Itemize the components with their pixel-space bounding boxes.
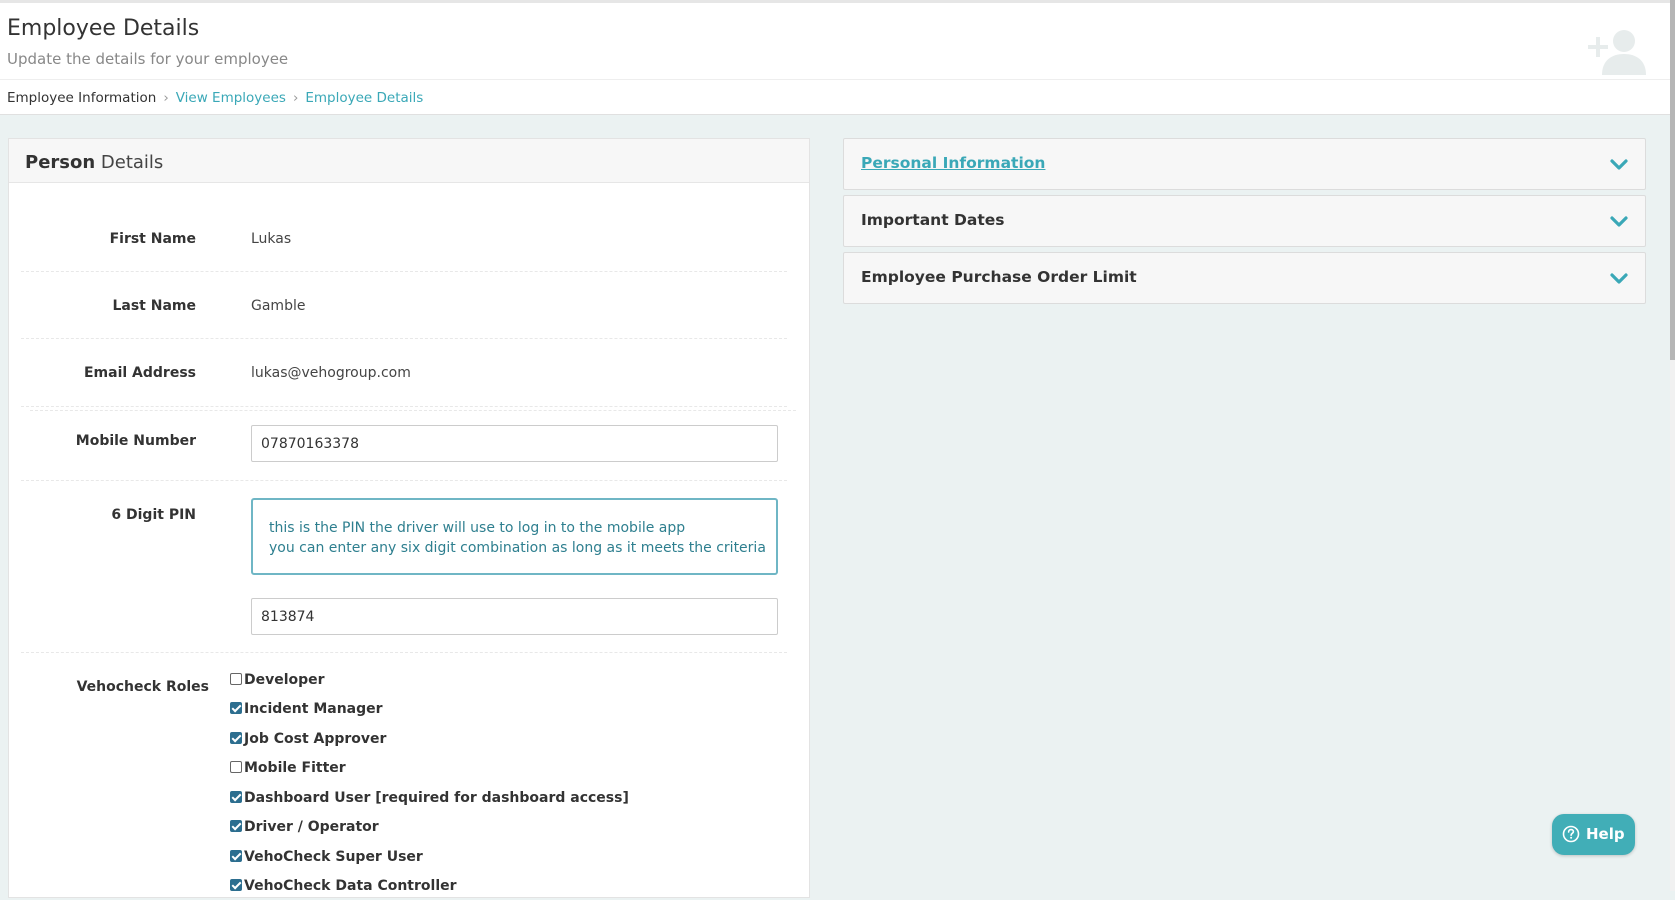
breadcrumb-separator: › — [292, 90, 299, 106]
card-title-strong: Person — [25, 152, 96, 173]
last-name-value: Gamble — [251, 298, 306, 314]
accordion-title[interactable]: Important Dates — [861, 211, 1005, 229]
breadcrumb: Employee Information › View Employees › Empl… — [0, 80, 1670, 115]
checkbox-vehocheck-data-controller[interactable] — [230, 879, 242, 891]
pin-label: 6 Digit PIN — [111, 507, 196, 523]
breadcrumb-separator: › — [163, 90, 169, 106]
first-name-label: First Name — [109, 231, 196, 247]
mobile-number-input[interactable] — [251, 425, 778, 462]
mobile-label: Mobile Number — [75, 433, 196, 449]
first-name-value: Lukas — [251, 231, 292, 247]
checkbox-incident-manager[interactable] — [230, 702, 242, 714]
page-header: Employee Details Update the details for … — [0, 0, 1670, 80]
accordion-purchase-order-limit[interactable]: Employee Purchase Order Limit — [843, 252, 1646, 304]
role-label: Driver / Operator — [244, 819, 379, 835]
role-label: Dashboard User [required for dashboard a… — [244, 790, 629, 806]
accordion-important-dates[interactable]: Important Dates — [843, 195, 1646, 247]
checkbox-dashboard-user[interactable] — [230, 791, 242, 803]
checkbox-driver-operator[interactable] — [230, 820, 242, 832]
email-row: Email Address lukas@vehogroup.com — [21, 339, 787, 407]
question-circle-icon — [1562, 825, 1580, 843]
first-name-row: First Name Lukas — [21, 182, 787, 272]
scrollbar-track[interactable] — [1670, 0, 1675, 891]
checkbox-mobile-fitter[interactable] — [230, 761, 242, 773]
pin-row: 6 Digit PIN this is the PIN the driver w… — [21, 481, 787, 653]
checkbox-job-cost-approver[interactable] — [230, 732, 242, 744]
breadcrumb-view-employees[interactable]: View Employees — [176, 90, 286, 106]
breadcrumb-employee-details[interactable]: Employee Details — [305, 90, 423, 106]
scrollbar-thumb[interactable] — [1670, 0, 1675, 360]
chevron-down-icon[interactable] — [1609, 269, 1629, 289]
help-button[interactable]: Help — [1552, 814, 1635, 855]
mobile-row: Mobile Number — [21, 407, 787, 481]
role-label: VehoCheck Data Controller — [244, 878, 457, 894]
add-user-icon — [1588, 30, 1646, 75]
pin-info-box: this is the PIN the driver will use to l… — [251, 498, 778, 575]
role-label: VehoCheck Super User — [244, 849, 423, 865]
page-title: Employee Details — [7, 16, 200, 41]
accordion-personal-information[interactable]: Personal Information — [843, 138, 1646, 190]
card-header: Person Details — [9, 139, 809, 183]
role-label: Job Cost Approver — [244, 731, 387, 747]
pin-input[interactable] — [251, 598, 778, 635]
chevron-down-icon[interactable] — [1609, 212, 1629, 232]
accordion-title[interactable]: Personal Information — [861, 154, 1045, 172]
checkbox-developer[interactable] — [230, 673, 242, 685]
email-label: Email Address — [83, 365, 196, 381]
last-name-row: Last Name Gamble — [21, 272, 787, 339]
role-label: Mobile Fitter — [244, 760, 346, 776]
role-label: Incident Manager — [244, 701, 383, 717]
pin-info-line-1: this is the PIN the driver will use to l… — [269, 520, 686, 536]
card-title-light: Details — [100, 152, 164, 173]
roles-label: Vehocheck Roles — [76, 679, 209, 695]
last-name-label: Last Name — [112, 298, 196, 314]
email-value: lukas@vehogroup.com — [251, 365, 411, 381]
page-subtitle: Update the details for your employee — [7, 50, 289, 68]
chevron-down-icon[interactable] — [1609, 155, 1629, 175]
breadcrumb-employee-information: Employee Information — [7, 90, 157, 106]
checkbox-vehocheck-super-user[interactable] — [230, 850, 242, 862]
pin-info-line-2: you can enter any six digit combination … — [269, 540, 766, 556]
accordion-title[interactable]: Employee Purchase Order Limit — [861, 268, 1137, 286]
help-label: Help — [1586, 825, 1625, 843]
role-label: Developer — [244, 672, 325, 688]
